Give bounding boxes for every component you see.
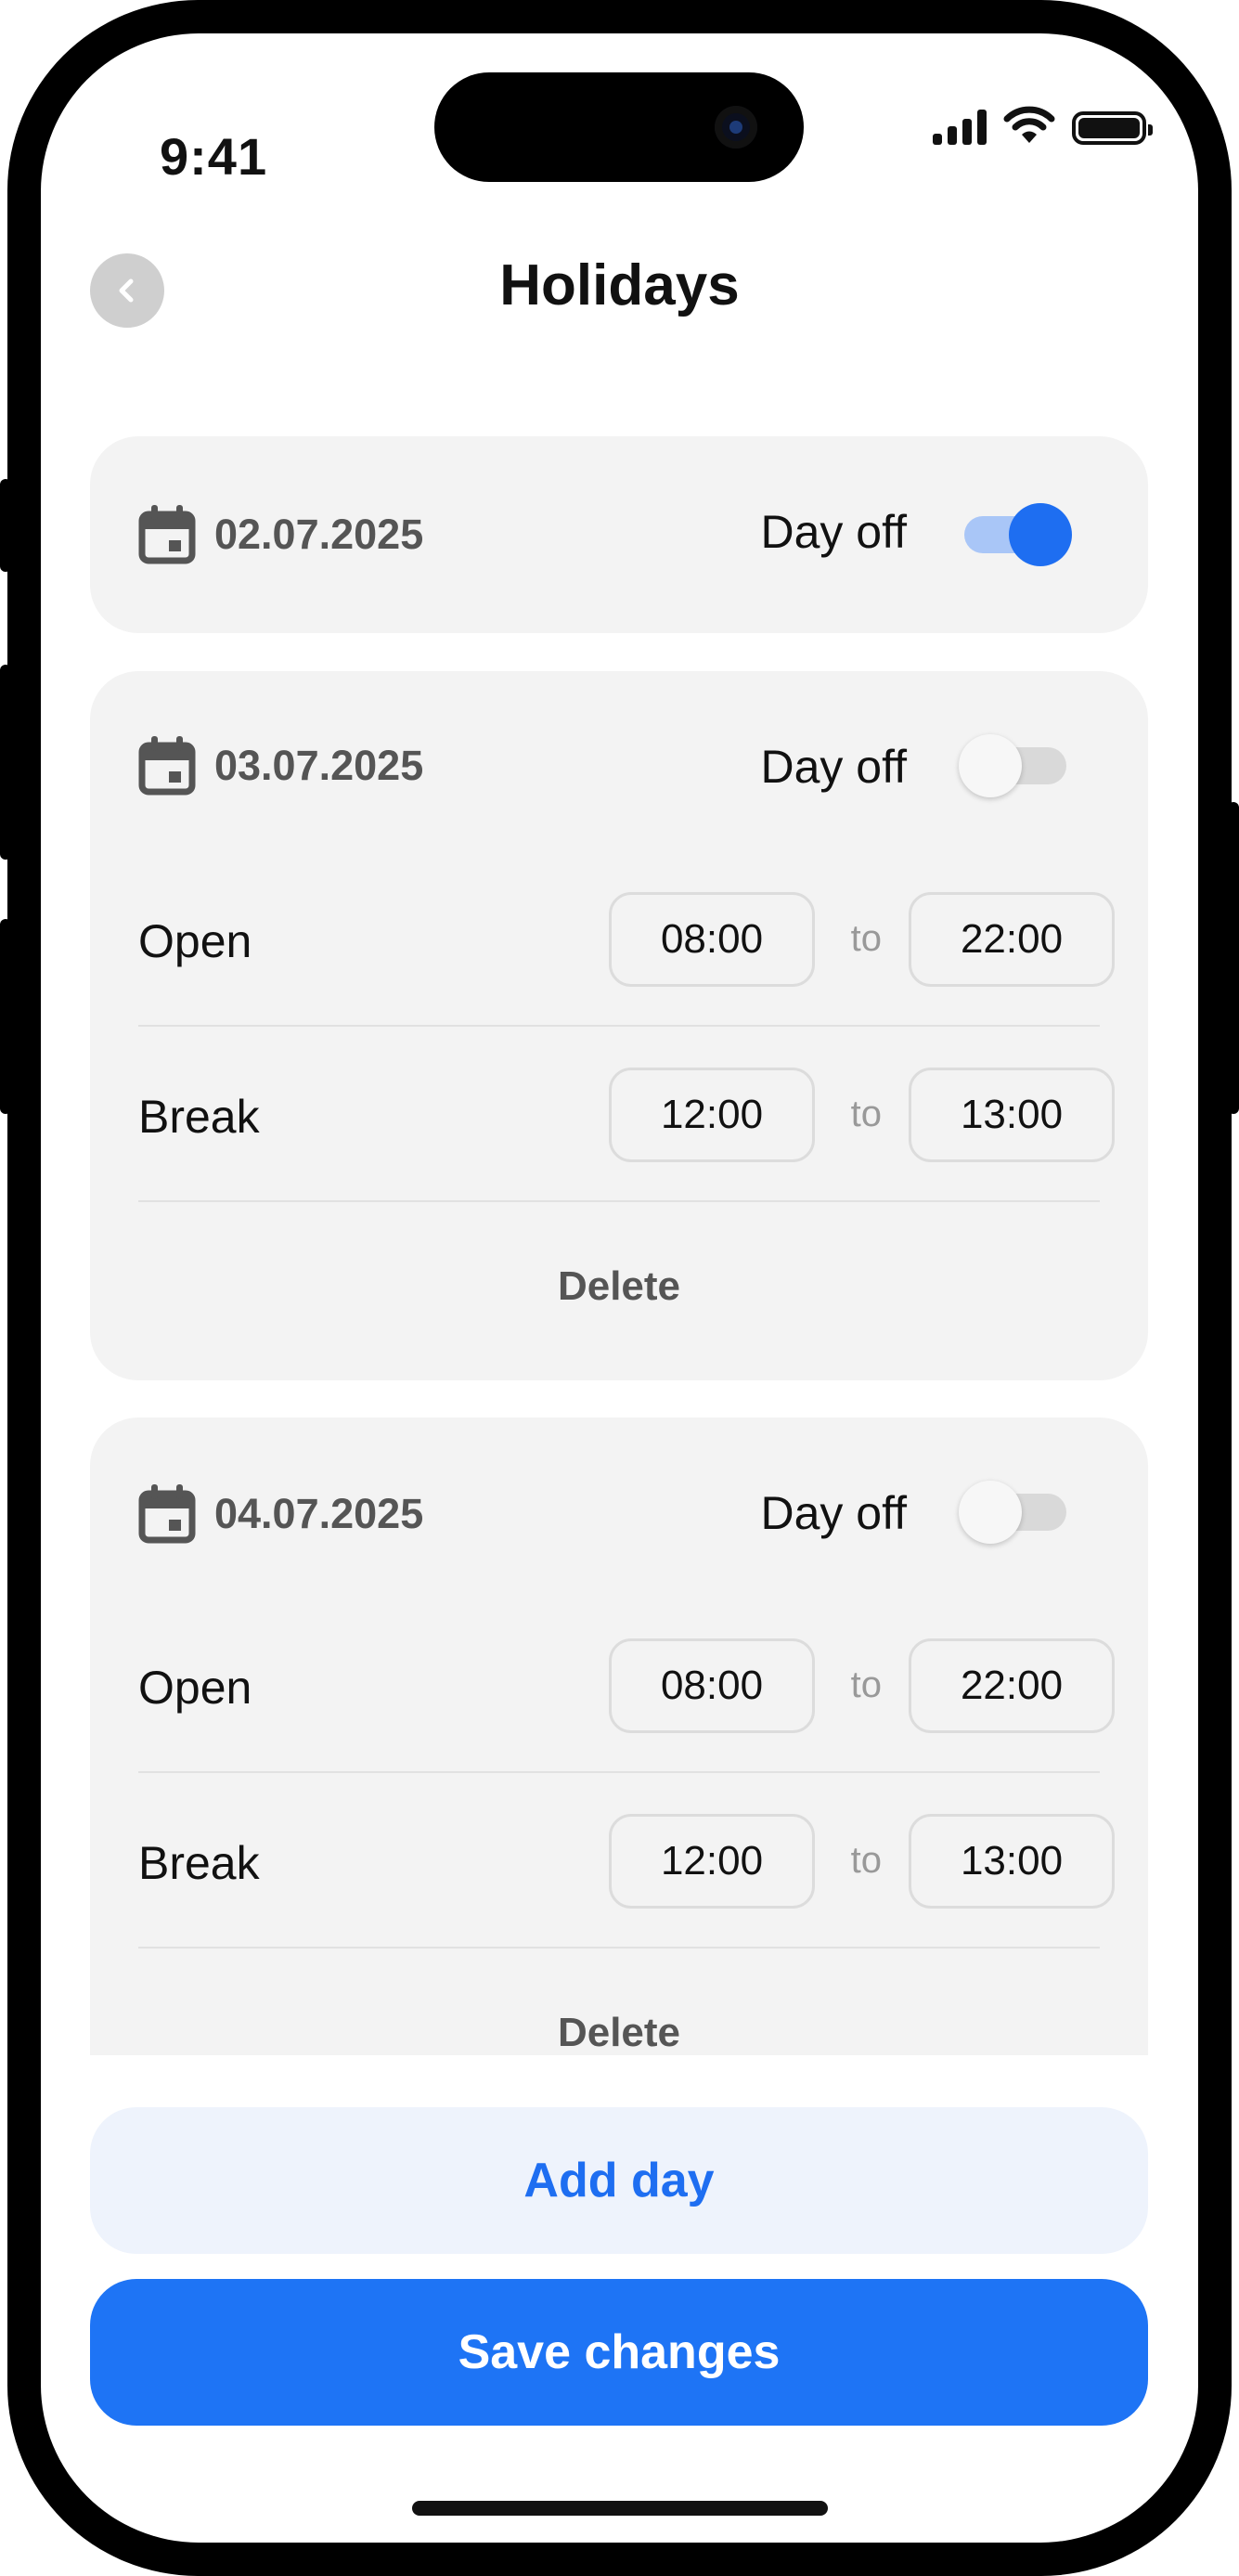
phone-frame: 9:41 Holidays 02.07.2025 Day off 03.07.2… <box>7 0 1232 2576</box>
open-hours-row: Open 08:00 to 22:00 <box>138 1638 1115 1737</box>
calendar-icon <box>138 736 196 796</box>
day-off-label: Day off <box>760 1487 908 1539</box>
to-label: to <box>850 1094 882 1134</box>
screen: 9:41 Holidays 02.07.2025 Day off 03.07.2… <box>41 33 1198 2543</box>
break-hours-row: Break 12:00 to 13:00 <box>138 1814 1115 1912</box>
open-to-field[interactable]: 22:00 <box>909 1638 1115 1733</box>
day-off-label: Day off <box>760 741 908 793</box>
break-from-field[interactable]: 12:00 <box>609 1814 815 1909</box>
date-text: 02.07.2025 <box>214 511 424 558</box>
holiday-card: 02.07.2025 Day off <box>90 436 1148 633</box>
day-off-toggle[interactable] <box>959 734 1066 797</box>
open-label: Open <box>138 1662 252 1714</box>
break-label: Break <box>138 1837 260 1889</box>
to-label: to <box>850 1840 882 1881</box>
open-hours-row: Open 08:00 to 22:00 <box>138 892 1115 990</box>
break-to-field[interactable]: 13:00 <box>909 1814 1115 1909</box>
open-from-field[interactable]: 08:00 <box>609 892 815 987</box>
open-to-field[interactable]: 22:00 <box>909 892 1115 987</box>
break-hours-row: Break 12:00 to 13:00 <box>138 1068 1115 1166</box>
date-picker[interactable]: 03.07.2025 <box>138 736 423 796</box>
divider <box>138 1025 1100 1027</box>
delete-button[interactable]: Delete <box>90 2010 1148 2055</box>
date-text: 03.07.2025 <box>214 742 424 789</box>
break-to-field[interactable]: 13:00 <box>909 1068 1115 1162</box>
date-picker[interactable]: 02.07.2025 <box>138 505 423 564</box>
holiday-card: 04.07.2025 Day off Open 08:00 to 22:00 B… <box>90 1417 1148 2055</box>
divider <box>138 1200 1100 1202</box>
day-off-toggle[interactable] <box>959 1481 1066 1544</box>
delete-button[interactable]: Delete <box>90 1263 1148 1310</box>
holiday-card: 03.07.2025 Day off Open 08:00 to 22:00 B… <box>90 671 1148 1380</box>
break-from-field[interactable]: 12:00 <box>609 1068 815 1162</box>
calendar-icon <box>138 1484 196 1544</box>
open-label: Open <box>138 915 252 967</box>
divider <box>138 1947 1100 1948</box>
day-off-toggle[interactable] <box>964 503 1072 566</box>
date-picker[interactable]: 04.07.2025 <box>138 1484 423 1544</box>
calendar-icon <box>138 505 196 564</box>
save-changes-button[interactable]: Save changes <box>90 2279 1148 2426</box>
to-label: to <box>850 1664 882 1705</box>
holiday-list[interactable]: 02.07.2025 Day off 03.07.2025 Day off Op… <box>41 33 1198 2055</box>
to-label: to <box>850 918 882 959</box>
add-day-button[interactable]: Add day <box>90 2107 1148 2254</box>
break-label: Break <box>138 1091 260 1143</box>
home-indicator[interactable] <box>412 2501 828 2516</box>
divider <box>138 1771 1100 1773</box>
day-off-label: Day off <box>760 506 908 558</box>
date-text: 04.07.2025 <box>214 1490 424 1537</box>
open-from-field[interactable]: 08:00 <box>609 1638 815 1733</box>
